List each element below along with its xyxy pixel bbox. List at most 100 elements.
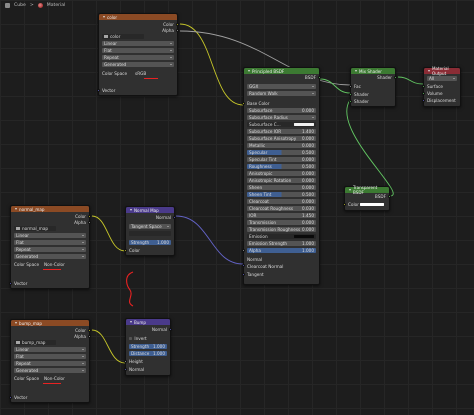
interpolation-select[interactable]: Linear <box>14 233 86 238</box>
input-normal-socket[interactable] <box>124 368 128 372</box>
interpolation-select[interactable]: Linear <box>102 41 174 46</box>
input-base-color-socket[interactable] <box>242 102 246 106</box>
collapse-arrow-icon[interactable] <box>130 209 132 211</box>
node-header[interactable]: Material Output <box>424 66 460 76</box>
param-specular-tint[interactable]: Specular Tint 0.000 <box>247 157 316 162</box>
node-header[interactable]: Transparent BSDF <box>345 185 389 195</box>
color-swatch[interactable] <box>294 122 314 127</box>
color-space-row[interactable]: Color Space Non-Color <box>14 262 86 267</box>
image-selector[interactable]: color <box>102 34 144 39</box>
color-swatch[interactable] <box>360 202 384 207</box>
input-vector-socket[interactable] <box>9 396 13 400</box>
color-space-value[interactable]: Non-Color <box>44 376 65 381</box>
collapse-arrow-icon[interactable] <box>349 189 351 191</box>
source-select[interactable]: Generated <box>14 368 86 373</box>
collapse-arrow-icon[interactable] <box>355 70 357 72</box>
color-space-row[interactable]: Color Space Non-Color <box>14 376 86 381</box>
strength-field[interactable]: Strength 1.000 <box>129 240 171 245</box>
subsurface-method-select[interactable]: Random Walk <box>247 91 316 96</box>
input-vector-socket[interactable] <box>97 89 101 93</box>
space-select[interactable]: Tangent Space <box>129 224 171 229</box>
strength-field[interactable]: Strength 1.000 <box>129 344 167 349</box>
param-subsurface[interactable]: Subsurface 0.000 <box>247 108 316 113</box>
mix-shader-node[interactable]: Mix Shader Shader Fac Shader Shader <box>349 67 397 107</box>
param-anisotropic[interactable]: Anisotropic 0.000 <box>247 171 316 176</box>
image-selector[interactable]: bump_map <box>14 340 56 345</box>
collapse-arrow-icon[interactable] <box>130 321 132 323</box>
param-sheen[interactable]: Sheen 0.000 <box>247 185 316 190</box>
input-color-socket[interactable] <box>343 203 347 207</box>
input-displacement-socket[interactable] <box>422 99 426 103</box>
source-select[interactable]: Generated <box>14 254 86 259</box>
extension-select[interactable]: Repeat <box>102 55 174 60</box>
input-surface-socket[interactable] <box>422 85 426 89</box>
bump-node[interactable]: Bump Normal Invert Strength 1.000 Distanc… <box>124 318 172 376</box>
input-volume-socket[interactable] <box>422 92 426 96</box>
distribution-select[interactable]: GGX <box>247 84 316 89</box>
extension-select[interactable]: Repeat <box>14 247 86 252</box>
param-specular[interactable]: Specular 0.500 <box>247 150 316 155</box>
projection-select[interactable]: Flat <box>102 48 174 53</box>
param-clearcoat-roughness[interactable]: Clearcoat Roughness 0.030 <box>247 206 316 211</box>
param-transmission-roughness[interactable]: Transmission Roughness 0.000 <box>247 227 316 232</box>
color-space-value[interactable]: sRGB <box>135 71 146 76</box>
uv-map-field[interactable] <box>129 231 171 236</box>
projection-select[interactable]: Flat <box>14 354 86 359</box>
node-header[interactable]: Principled BSDF <box>244 68 319 74</box>
param-ior[interactable]: IOR 1.450 <box>247 213 316 218</box>
node-header[interactable]: normal_map <box>11 206 89 212</box>
node-header[interactable]: color <box>99 14 177 20</box>
invert-checkbox[interactable]: Invert <box>129 336 167 341</box>
input-color-socket[interactable] <box>124 249 128 253</box>
projection-select[interactable]: Flat <box>14 240 86 245</box>
param-subsurface-radius[interactable]: Subsurface Radius <box>247 115 316 120</box>
param-emission-strength[interactable]: Emission Strength 1.000 <box>247 241 316 246</box>
target-select[interactable]: All <box>427 76 457 81</box>
color-space-row[interactable]: Color Space sRGB <box>102 71 174 76</box>
input-vector-socket[interactable] <box>9 282 13 286</box>
param-metallic[interactable]: Metallic 0.000 <box>247 143 316 148</box>
collapse-arrow-icon[interactable] <box>103 16 105 18</box>
collapse-arrow-icon[interactable] <box>248 70 250 72</box>
param-roughness[interactable]: Roughness 0.500 <box>247 164 316 169</box>
collapse-arrow-icon[interactable] <box>428 70 430 72</box>
param-transmission[interactable]: Transmission 0.000 <box>247 220 316 225</box>
extension-select[interactable]: Repeat <box>14 361 86 366</box>
param-anisotropic-rotation[interactable]: Anisotropic Rotation 0.000 <box>247 178 316 183</box>
node-header[interactable]: Normal Map <box>126 207 174 213</box>
input-height-socket[interactable] <box>124 360 128 364</box>
param-sheen-tint[interactable]: Sheen Tint 0.500 <box>247 192 316 197</box>
image-texture-node-color[interactable]: color Color Alpha color Linear Flat Repe… <box>97 13 179 96</box>
normal-map-node[interactable]: Normal Map Normal Tangent Space Strength… <box>124 206 176 256</box>
param-subsurface-color[interactable]: Subsurface C... <box>247 122 316 127</box>
input-shader-1-socket[interactable] <box>349 93 353 97</box>
image-texture-node-bump[interactable]: bump_map Color Alpha bump_map Linear Fla… <box>9 319 91 403</box>
checkbox-icon[interactable] <box>129 336 133 341</box>
source-select[interactable]: Generated <box>102 62 174 67</box>
interpolation-select[interactable]: Linear <box>14 347 86 352</box>
material-output-node[interactable]: Material Output All Surface Volume Displ… <box>422 66 461 107</box>
distance-field[interactable]: Distance 1.000 <box>129 351 167 356</box>
input-alpha-socket[interactable] <box>242 249 246 253</box>
image-texture-node-normal[interactable]: normal_map Color Alpha normal_map Linear… <box>9 205 91 289</box>
input-normal-socket[interactable] <box>242 264 246 268</box>
transparent-bsdf-node[interactable]: Transparent BSDF BSDF Color <box>343 185 391 211</box>
param-subsurface-ior[interactable]: Subsurface IOR 1.400 <box>247 129 316 134</box>
principled-bsdf-node[interactable]: Principled BSDF BSDF GGX Random Walk Bas… <box>242 67 321 285</box>
node-header[interactable]: Bump <box>126 319 170 325</box>
node-header[interactable]: bump_map <box>11 320 89 326</box>
param-emission[interactable]: Emission <box>247 234 316 239</box>
input-tangent-socket[interactable] <box>242 273 246 277</box>
input-fac-socket[interactable] <box>349 85 353 89</box>
image-selector[interactable]: normal_map <box>14 226 56 231</box>
collapse-arrow-icon[interactable] <box>15 208 17 210</box>
collapse-arrow-icon[interactable] <box>15 322 17 324</box>
color-swatch[interactable] <box>294 234 314 239</box>
input-normal: Normal <box>247 257 263 262</box>
input-shader-2-socket[interactable] <box>349 100 353 104</box>
param-clearcoat[interactable]: Clearcoat 0.000 <box>247 199 316 204</box>
param-alpha[interactable]: Alpha 1.000 <box>247 248 316 253</box>
param-subsurface-anisotropy[interactable]: Subsurface Anisotropy 0.000 <box>247 136 316 141</box>
color-space-value[interactable]: Non-Color <box>44 262 65 267</box>
node-header[interactable]: Mix Shader <box>351 68 395 74</box>
